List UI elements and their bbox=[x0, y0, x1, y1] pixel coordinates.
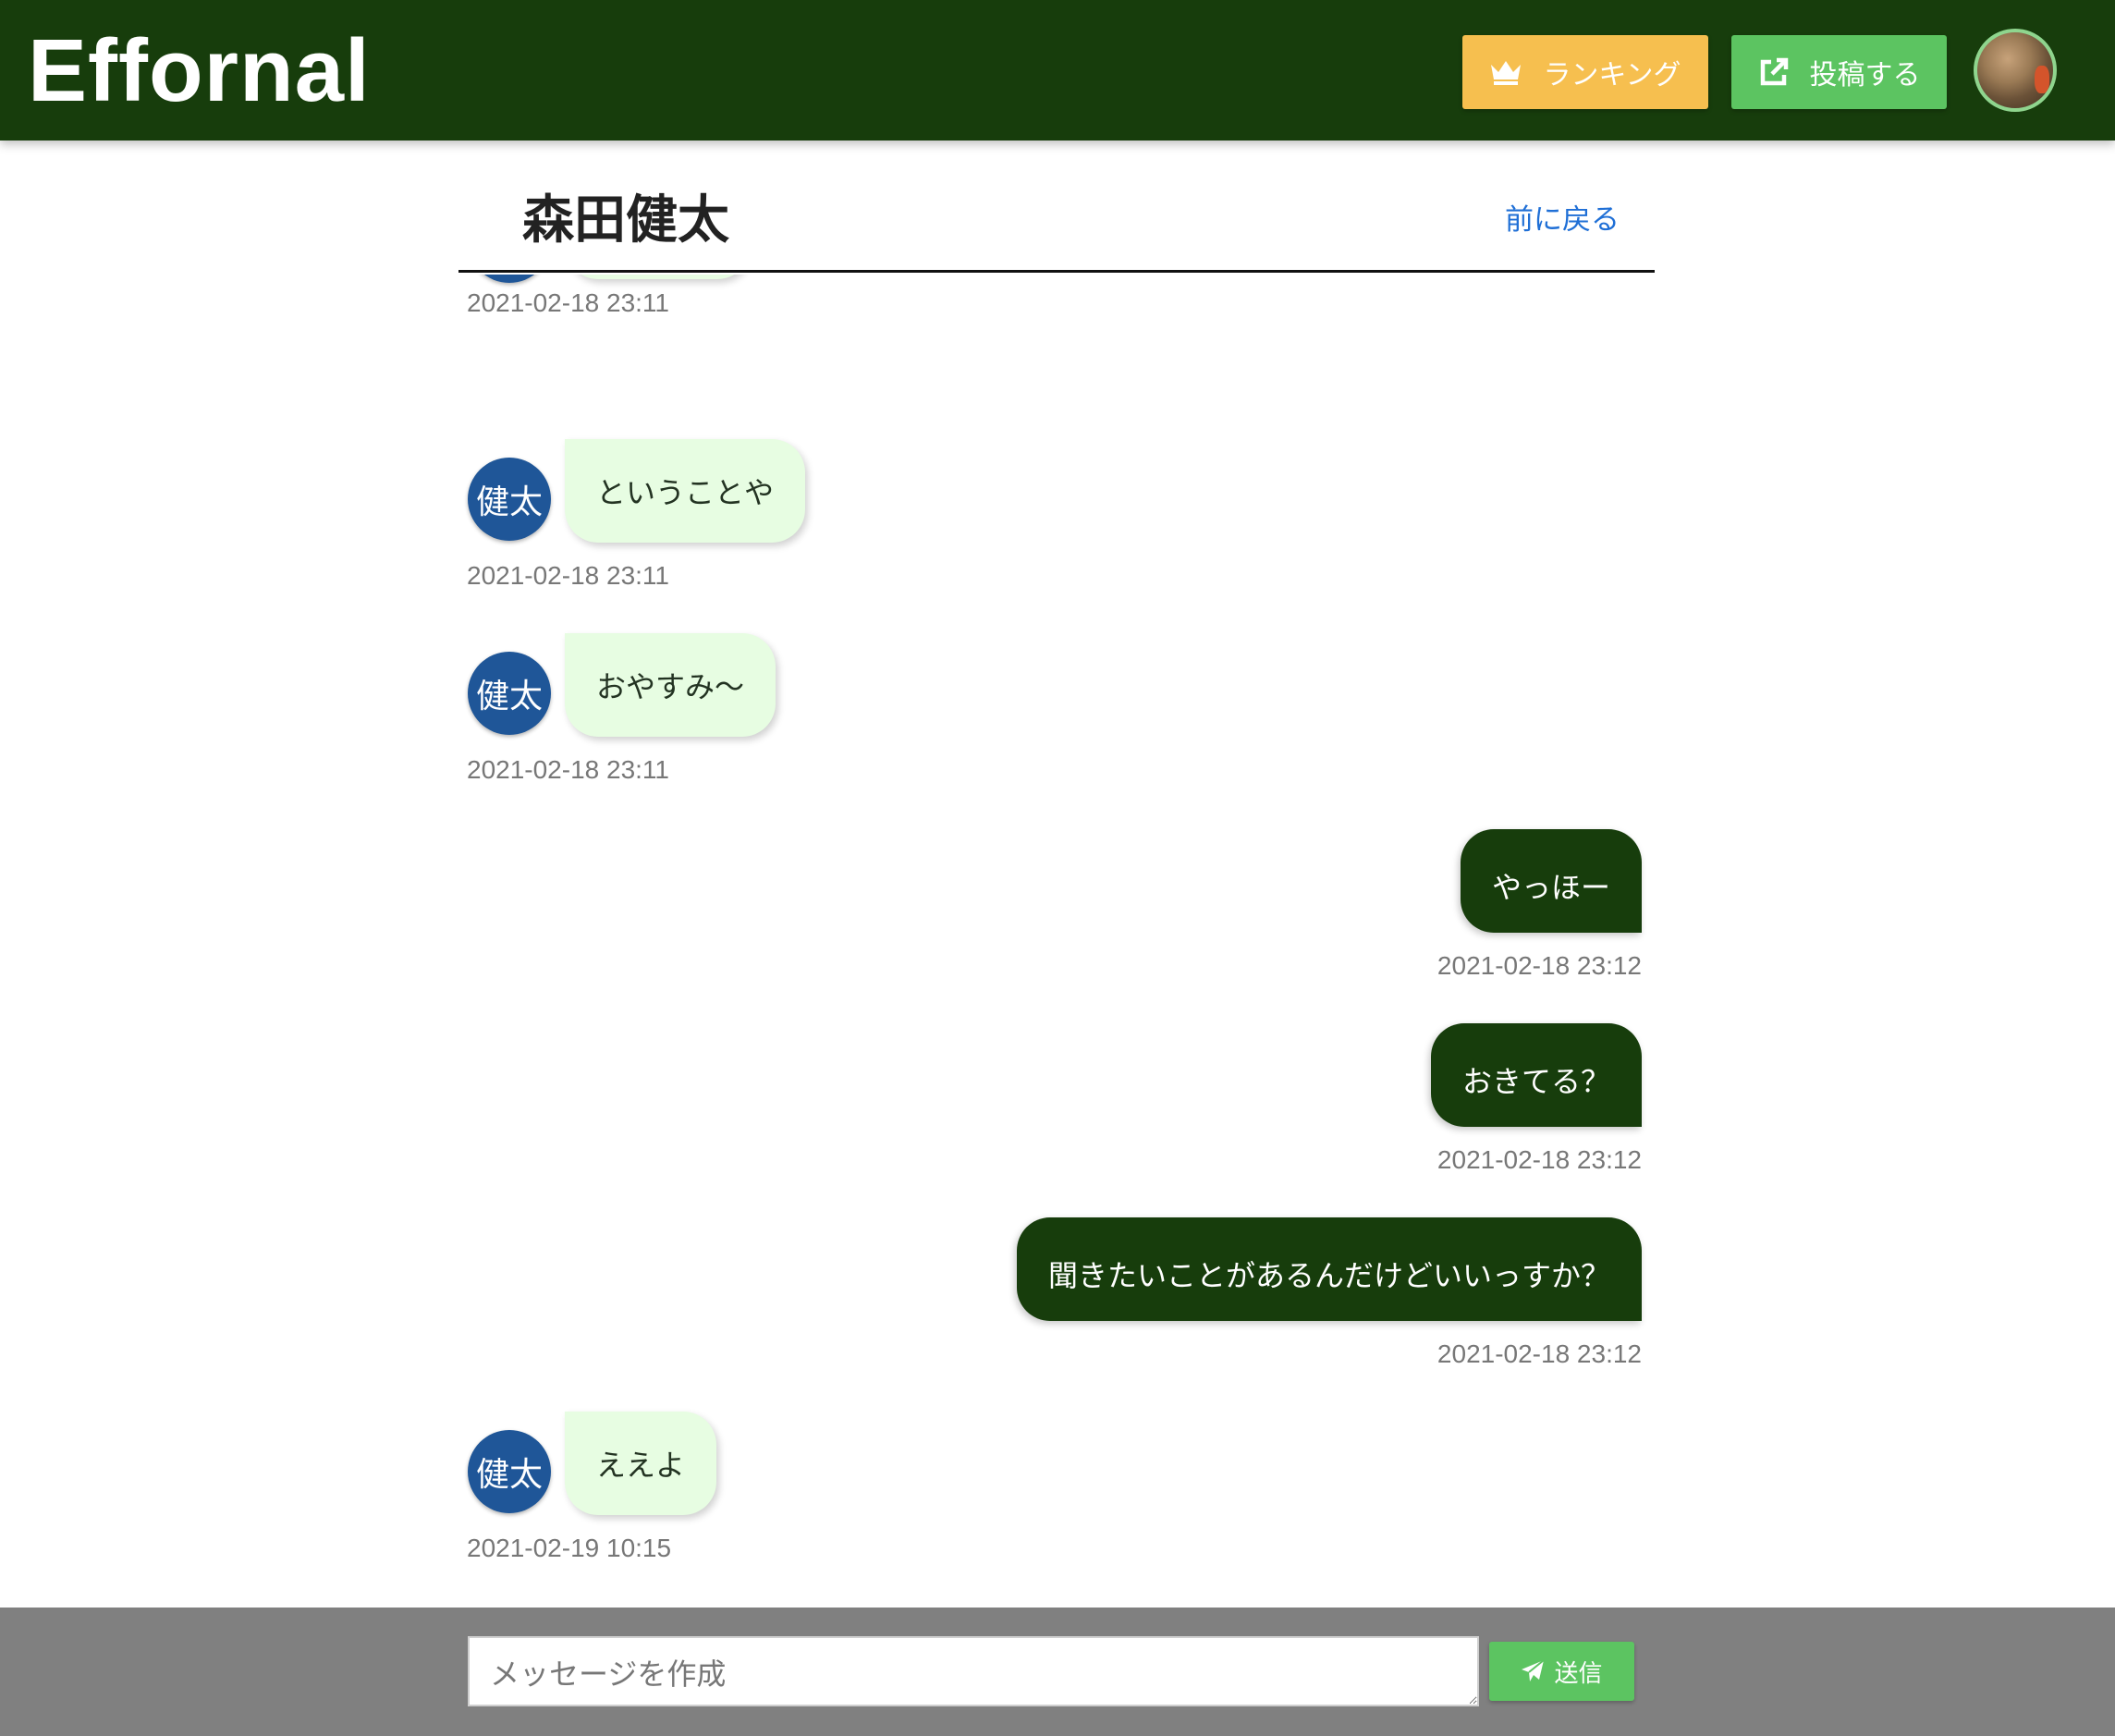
message-timestamp: 2021-02-18 23:12 bbox=[1436, 951, 1642, 980]
post-button[interactable]: 投稿する bbox=[1731, 35, 1947, 109]
user-avatar[interactable] bbox=[1974, 29, 2057, 112]
partner-avatar: 健太 bbox=[468, 652, 551, 735]
message-bubble bbox=[565, 275, 751, 279]
message-incoming: 健太 ええよ 2021-02-19 10:15 bbox=[458, 1412, 1655, 1578]
message-bubble: おやすみ〜 bbox=[565, 633, 776, 737]
message-timestamp: 2021-02-18 23:11 bbox=[467, 561, 669, 590]
paper-plane-icon bbox=[1522, 1659, 1546, 1681]
crown-icon bbox=[1491, 61, 1522, 85]
send-label: 送信 bbox=[1554, 1659, 1603, 1688]
partner-avatar: 健太 bbox=[468, 458, 551, 541]
message-outgoing: 聞きたいことがあるんだけどいいっすか？ 2021-02-18 23:12 bbox=[458, 1217, 1655, 1384]
ranking-label: ランキング bbox=[1543, 59, 1681, 92]
partner-avatar: 健太 bbox=[468, 275, 551, 283]
partner-name: 森田健太 bbox=[522, 190, 729, 251]
back-link[interactable]: 前に戻る bbox=[1505, 200, 1620, 240]
ranking-button[interactable]: ランキング bbox=[1462, 35, 1708, 109]
avatar-photo-detail bbox=[2035, 66, 2049, 93]
navbar: Effornal ランキング 投稿する bbox=[0, 0, 2115, 141]
message-incoming: 健太 2021-02-18 23:11 bbox=[458, 275, 1655, 395]
message-timestamp: 2021-02-18 23:12 bbox=[1436, 1339, 1642, 1368]
chat-header: 森田健太 前に戻る bbox=[458, 141, 1655, 273]
post-label: 投稿する bbox=[1809, 59, 1921, 92]
chat-page: Effornal ランキング 投稿する 森田健太 前に戻る 2021-02-18… bbox=[0, 0, 2115, 1736]
message-bubble: やっほー bbox=[1460, 829, 1642, 933]
message-input[interactable] bbox=[468, 1636, 1479, 1706]
message-timestamp: 2021-02-19 10:15 bbox=[467, 1534, 672, 1562]
message-outgoing: やっほー 2021-02-18 23:12 bbox=[458, 829, 1655, 996]
message-timestamp: 2021-02-18 23:11 bbox=[467, 288, 669, 317]
message-bubble: おきてる？ bbox=[1430, 1023, 1642, 1127]
message-bubble: 聞きたいことがあるんだけどいいっすか？ bbox=[1016, 1217, 1642, 1321]
message-outgoing: おきてる？ 2021-02-18 23:12 bbox=[458, 1023, 1655, 1190]
brand-logo[interactable]: Effornal bbox=[28, 20, 371, 122]
message-incoming: 健太 おやすみ〜 2021-02-18 23:11 bbox=[458, 633, 1655, 800]
message-timestamp: 2021-02-18 23:11 bbox=[467, 755, 669, 784]
message-incoming: 健太 ということや 2021-02-18 23:11 bbox=[458, 439, 1655, 605]
message-bubble: ええよ bbox=[565, 1412, 717, 1515]
message-timestamp: 2021-02-18 23:12 bbox=[1436, 1145, 1642, 1174]
partner-avatar: 健太 bbox=[468, 1430, 551, 1513]
message-bubble: ということや bbox=[565, 439, 806, 543]
external-link-icon bbox=[1760, 57, 1788, 86]
message-list[interactable]: 健太 2021-02-18 23:11 健太 ということや 2021-02-18… bbox=[458, 275, 1655, 1608]
composer-bar: 送信 bbox=[0, 1608, 2115, 1736]
send-button[interactable]: 送信 bbox=[1489, 1642, 1634, 1701]
